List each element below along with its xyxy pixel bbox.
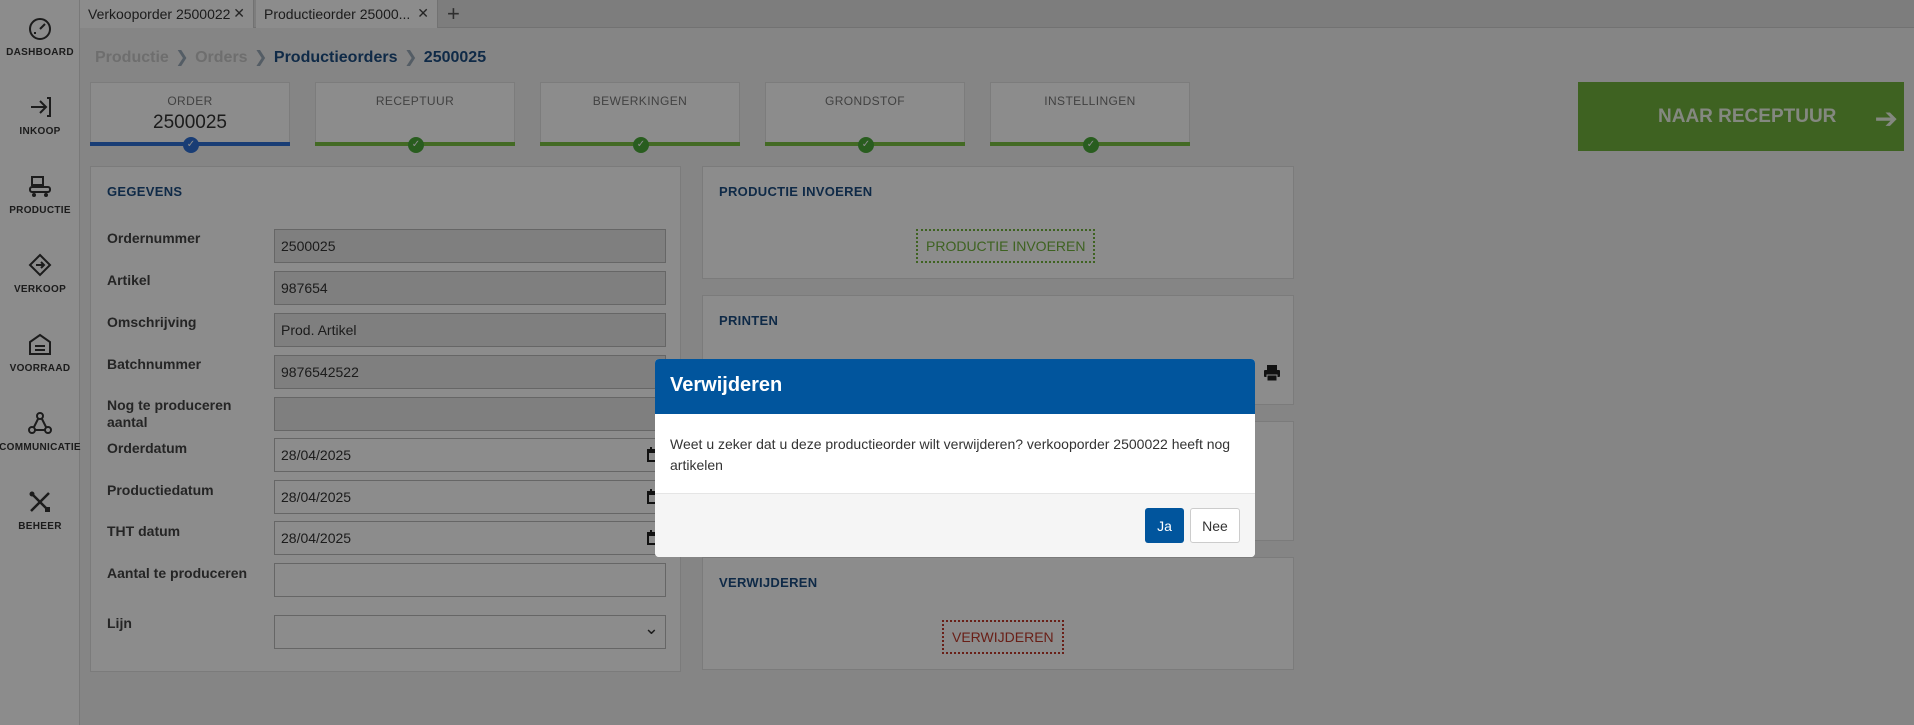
dialog-footer: Ja Nee <box>655 493 1255 557</box>
dialog-message: Weet u zeker dat u deze productieorder w… <box>670 436 1231 473</box>
no-button[interactable]: Nee <box>1190 508 1240 543</box>
yes-button[interactable]: Ja <box>1145 508 1184 543</box>
dialog-title: Verwijderen <box>655 359 1255 414</box>
confirm-delete-dialog: Verwijderen Weet u zeker dat u deze prod… <box>655 359 1255 557</box>
